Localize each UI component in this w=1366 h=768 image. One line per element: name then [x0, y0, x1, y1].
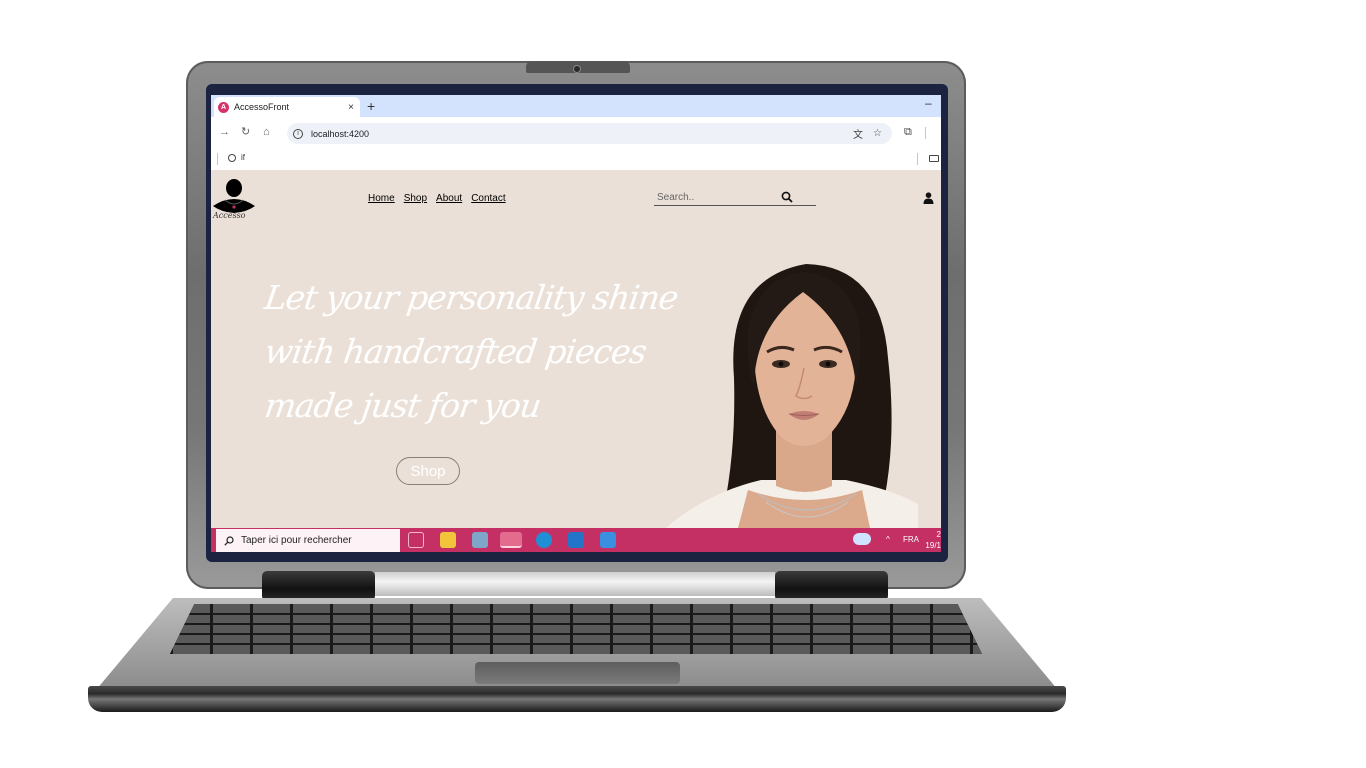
- edge-icon[interactable]: [536, 532, 552, 548]
- key-row-gap: [170, 633, 982, 635]
- main-nav: Home Shop About Contact: [368, 193, 506, 204]
- taskbar-search[interactable]: Taper ici pour rechercher: [216, 529, 400, 552]
- search-input[interactable]: [654, 192, 784, 203]
- laptop-base-edge: [88, 686, 1066, 712]
- reload-icon[interactable]: ↻: [241, 126, 250, 138]
- taskbar-clock[interactable]: 2 19/1: [925, 529, 941, 551]
- laptop-screen: A AccessoFront × + – → ↻ ⌂ i localhost:4…: [211, 95, 941, 552]
- necklace-logo-icon[interactable]: [211, 178, 257, 228]
- hinge-bar: [375, 572, 775, 596]
- logo-text: Accesso: [213, 211, 246, 220]
- clock-time: 2: [936, 530, 941, 539]
- tab-title: AccessoFront: [234, 102, 290, 112]
- taskbar-search-placeholder: Taper ici pour rechercher: [241, 535, 352, 546]
- angular-favicon-icon: A: [218, 101, 229, 113]
- translate-icon[interactable]: 文: [853, 126, 863, 141]
- website: Accesso Home Shop About Contact Let your…: [211, 170, 941, 528]
- trackpad: [475, 662, 680, 684]
- bookmark-label: if: [241, 153, 245, 162]
- close-tab-icon[interactable]: ×: [346, 102, 356, 113]
- stage: A AccessoFront × + – → ↻ ⌂ i localhost:4…: [0, 0, 1366, 768]
- bookmarks-bar: if: [211, 149, 941, 170]
- search-icon: [224, 535, 234, 546]
- extensions-icon[interactable]: ⧉: [904, 126, 912, 139]
- search-icon[interactable]: [781, 191, 793, 203]
- key-row-gap: [170, 643, 982, 645]
- bookmarks-divider: [217, 153, 218, 165]
- bookmarks-divider-right: [917, 153, 918, 165]
- browser-tab-strip: A AccessoFront × + –: [211, 95, 941, 117]
- notepad-icon[interactable]: [472, 532, 488, 548]
- minimize-button[interactable]: –: [925, 96, 932, 110]
- toolbar-divider: [925, 127, 926, 139]
- app-icon[interactable]: [600, 532, 616, 548]
- key-row-gap: [170, 613, 982, 615]
- browser-toolbar: → ↻ ⌂ i localhost:4200 文 ☆ ⧉: [211, 117, 941, 149]
- hinge-left: [262, 571, 375, 601]
- url-text: localhost:4200: [311, 128, 370, 139]
- chevron-up-icon[interactable]: ^: [886, 535, 890, 544]
- key-row-gap: [170, 623, 982, 625]
- hero-headline-line-2: with handcrafted pieces: [262, 332, 649, 371]
- address-bar[interactable]: i localhost:4200 文 ☆: [287, 123, 892, 144]
- hero-headline-line-3: made just for you: [262, 386, 544, 425]
- nav-about-link[interactable]: About: [436, 193, 462, 204]
- camera-icon: [573, 65, 581, 73]
- site-info-icon[interactable]: i: [293, 128, 303, 139]
- globe-icon: [228, 153, 236, 162]
- vscode-icon[interactable]: [568, 532, 584, 548]
- home-icon[interactable]: ⌂: [263, 126, 270, 138]
- nav-shop-link[interactable]: Shop: [404, 193, 427, 204]
- chrome-icon[interactable]: [500, 532, 522, 548]
- hero-headline-line-1: Let your personality shine: [262, 278, 681, 317]
- bookmark-item[interactable]: if: [228, 153, 245, 162]
- language-indicator[interactable]: FRA: [903, 535, 919, 544]
- file-explorer-icon[interactable]: [440, 532, 456, 548]
- task-view-icon[interactable]: [408, 532, 424, 548]
- folder-icon[interactable]: [929, 155, 939, 162]
- model-portrait: [666, 264, 918, 528]
- bookmark-star-icon[interactable]: ☆: [873, 128, 882, 139]
- new-tab-button[interactable]: +: [367, 97, 375, 115]
- forward-arrow-icon[interactable]: →: [219, 126, 230, 138]
- search-bar: [654, 190, 816, 206]
- windows-taskbar: Taper ici pour rechercher ^ FRA 2 19/1: [211, 528, 941, 552]
- hero-shop-button[interactable]: Shop: [396, 457, 460, 485]
- nav-contact-link[interactable]: Contact: [471, 193, 505, 204]
- nav-home-link[interactable]: Home: [368, 193, 395, 204]
- weather-icon[interactable]: [853, 533, 871, 545]
- browser-tab[interactable]: A AccessoFront ×: [214, 97, 360, 117]
- user-icon[interactable]: [923, 192, 934, 204]
- hinge-right: [775, 571, 888, 601]
- keyboard: [170, 604, 982, 654]
- clock-date: 19/1: [925, 541, 941, 550]
